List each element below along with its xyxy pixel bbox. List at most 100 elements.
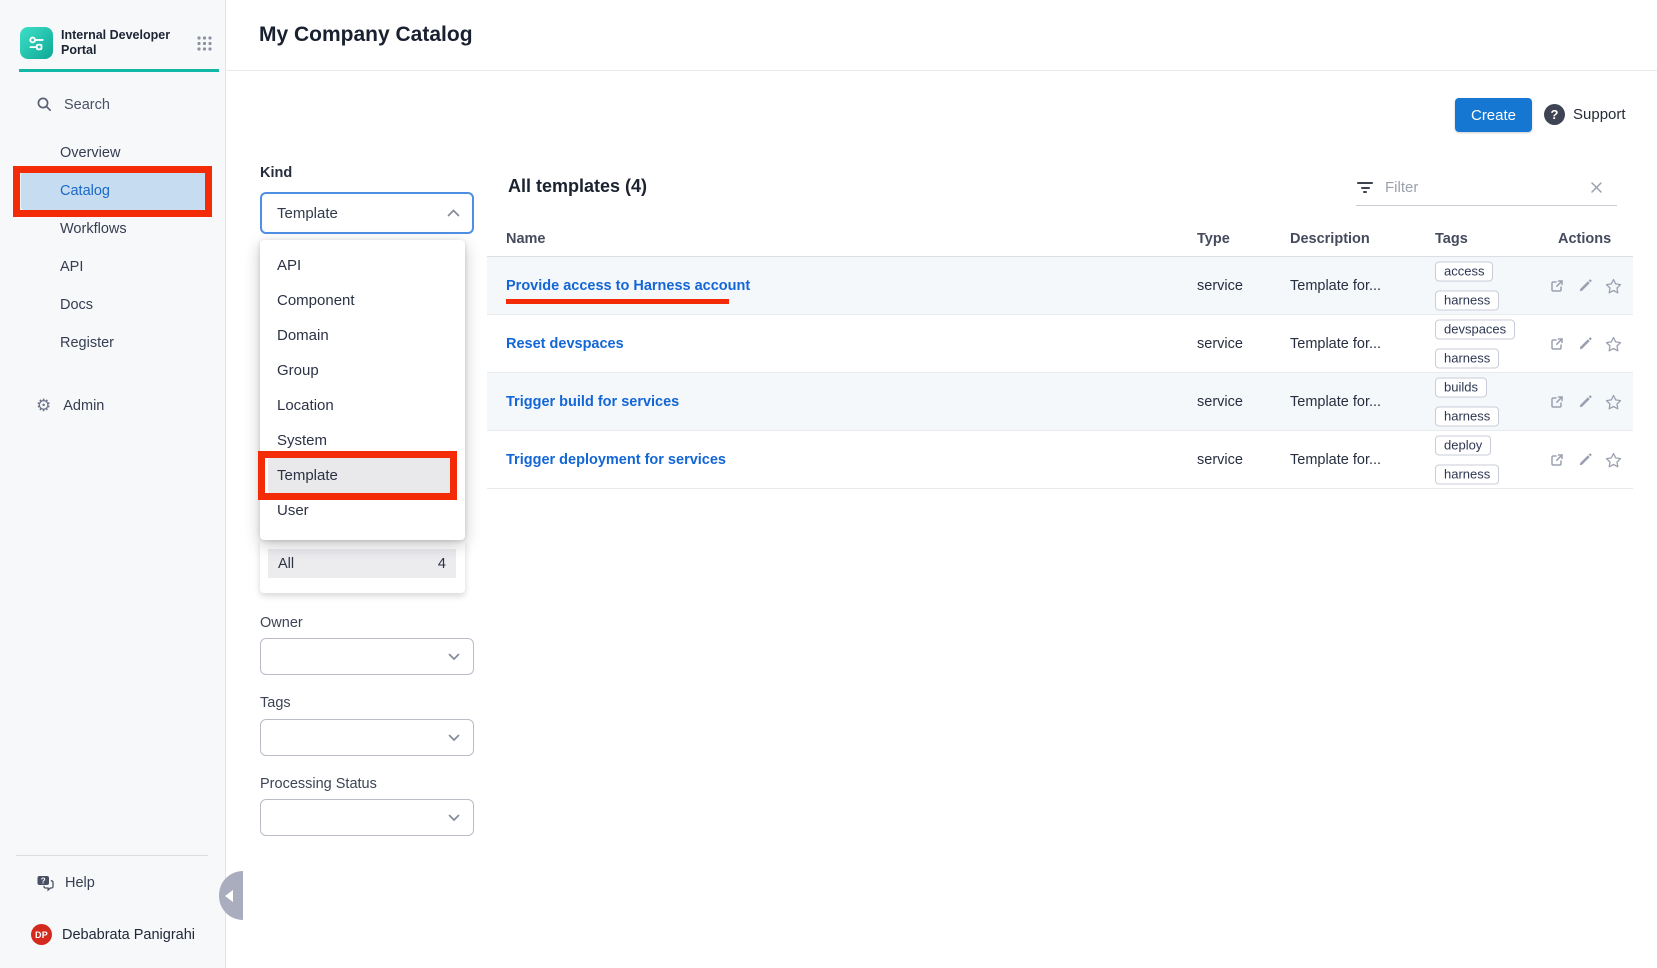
sidebar-item-api[interactable]: API (0, 248, 225, 286)
type-cell: service (1197, 257, 1243, 314)
kind-count-all[interactable]: All 4 (268, 549, 456, 578)
type-cell: service (1197, 315, 1243, 372)
page-title: My Company Catalog (259, 23, 473, 47)
template-name-link[interactable]: Trigger build for services (506, 394, 679, 410)
tag-chip: builds (1435, 377, 1487, 397)
user-name: Debabrata Panigrahi (62, 927, 195, 943)
tags-cell: access harness (1435, 261, 1499, 310)
kind-option-api[interactable]: API (260, 248, 465, 283)
chevron-down-icon (448, 734, 460, 742)
edit-icon[interactable] (1577, 452, 1593, 468)
tag-chip: harness (1435, 464, 1499, 484)
help-icon: ? (36, 874, 55, 892)
table-row: Provide access to Harness account servic… (487, 257, 1633, 315)
description-cell: Template for... (1290, 431, 1381, 488)
sidebar: Internal Developer Portal Search Overvie… (0, 0, 226, 968)
kind-option-location[interactable]: Location (260, 388, 465, 423)
gear-icon: ⚙ (36, 397, 51, 414)
sidebar-item-register[interactable]: Register (0, 324, 225, 362)
star-icon[interactable] (1605, 278, 1622, 294)
tag-chip: devspaces (1435, 319, 1515, 339)
svg-text:?: ? (41, 876, 46, 885)
table-row: Trigger deployment for services service … (487, 431, 1633, 489)
template-name-link[interactable]: Reset devspaces (506, 336, 624, 352)
column-header-tags: Tags (1435, 231, 1468, 247)
star-icon[interactable] (1605, 452, 1622, 468)
name-cell: Trigger build for services (506, 373, 679, 430)
chevron-down-icon (448, 653, 460, 661)
processing-status-select[interactable] (260, 799, 474, 836)
kind-dropdown-menu: APIComponentDomainGroupLocationSystemTem… (260, 240, 465, 540)
tag-chip: access (1435, 261, 1493, 281)
kind-select[interactable]: Template (260, 192, 474, 234)
annotation-box-catalog (13, 166, 212, 217)
kind-option-system[interactable]: System (260, 423, 465, 458)
templates-table: All templates (4) NameTypeDescriptionTag… (487, 0, 1633, 900)
search-icon (36, 96, 53, 113)
column-header-type: Type (1197, 231, 1230, 247)
template-name-link[interactable]: Trigger deployment for services (506, 452, 726, 468)
table-title: All templates (4) (508, 176, 647, 197)
apps-grid-icon[interactable] (196, 35, 213, 52)
page: Internal Developer Portal Search Overvie… (0, 0, 1657, 968)
tag-chip: deploy (1435, 435, 1491, 455)
brand-divider (19, 69, 219, 72)
star-icon[interactable] (1605, 394, 1622, 410)
table-header-row: NameTypeDescriptionTagsActions (487, 226, 1633, 257)
tags-select[interactable] (260, 719, 474, 756)
clear-filter-icon[interactable] (1590, 181, 1603, 194)
filter-input[interactable] (1385, 179, 1555, 196)
edit-icon[interactable] (1577, 336, 1593, 352)
actions-cell (1549, 431, 1622, 488)
processing-status-label: Processing Status (260, 776, 377, 792)
star-icon[interactable] (1605, 336, 1622, 352)
tags-cell: devspaces harness (1435, 319, 1515, 368)
kind-option-group[interactable]: Group (260, 353, 465, 388)
app-logo-icon[interactable] (20, 27, 53, 59)
sidebar-item-docs[interactable]: Docs (0, 286, 225, 324)
kind-option-user[interactable]: User (260, 493, 465, 528)
admin-label: Admin (63, 398, 104, 414)
name-cell: Provide access to Harness account (506, 257, 750, 314)
table-row: Reset devspaces service Template for... … (487, 315, 1633, 373)
open-in-new-icon[interactable] (1549, 278, 1565, 294)
chevron-down-icon (448, 814, 460, 822)
tag-chip: harness (1435, 290, 1499, 310)
tags-label: Tags (260, 695, 291, 711)
tag-chip: harness (1435, 348, 1499, 368)
sidebar-search[interactable]: Search (36, 96, 110, 113)
avatar: DP (31, 924, 52, 945)
brand-title: Internal Developer Portal (61, 28, 177, 59)
open-in-new-icon[interactable] (1549, 452, 1565, 468)
sidebar-item-overview[interactable]: Overview (0, 134, 225, 172)
kind-option-component[interactable]: Component (260, 283, 465, 318)
table-row: Trigger build for services service Templ… (487, 373, 1633, 431)
kind-option-template[interactable]: Template (268, 458, 453, 493)
open-in-new-icon[interactable] (1549, 394, 1565, 410)
kind-selected-value: Template (277, 205, 338, 222)
tags-cell: buildsharness (1435, 377, 1499, 426)
sidebar-item-catalog[interactable]: Catalog (21, 172, 206, 210)
open-in-new-icon[interactable] (1549, 336, 1565, 352)
sidebar-item-workflows[interactable]: Workflows (0, 210, 225, 248)
description-cell: Template for... (1290, 257, 1381, 314)
sidebar-item-help[interactable]: ? Help (36, 874, 95, 892)
sidebar-nav: OverviewCatalogWorkflowsAPIDocsRegister (0, 134, 225, 362)
annotation-underline-name (506, 299, 729, 304)
kind-option-domain[interactable]: Domain (260, 318, 465, 353)
search-label: Search (64, 97, 110, 113)
description-cell: Template for... (1290, 373, 1381, 430)
edit-icon[interactable] (1577, 278, 1593, 294)
owner-select[interactable] (260, 638, 474, 675)
chevron-up-icon (447, 209, 460, 217)
user-menu[interactable]: DP Debabrata Panigrahi (31, 924, 195, 945)
name-cell: Trigger deployment for services (506, 431, 726, 488)
sidebar-bottom-divider (16, 855, 208, 856)
actions-cell (1549, 315, 1622, 372)
template-name-link[interactable]: Provide access to Harness account (506, 278, 750, 294)
column-header-description: Description (1290, 231, 1370, 247)
kind-label: Kind (260, 165, 292, 181)
sidebar-item-admin[interactable]: ⚙ Admin (36, 397, 104, 414)
tags-cell: deploy harness (1435, 435, 1499, 484)
edit-icon[interactable] (1577, 394, 1593, 410)
